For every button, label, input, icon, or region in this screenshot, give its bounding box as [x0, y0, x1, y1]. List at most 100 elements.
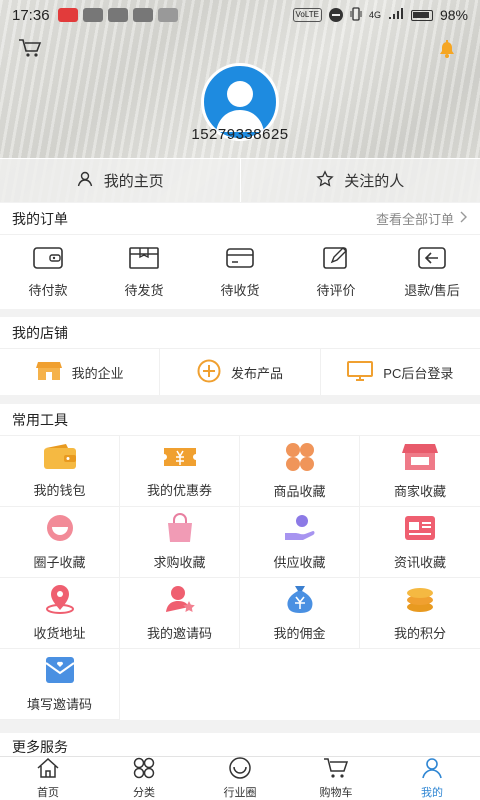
notification-icon [107, 8, 128, 22]
nav-category[interactable]: 分类 [96, 757, 192, 800]
tab-label: 我的主页 [103, 173, 164, 190]
card-icon [224, 245, 256, 274]
nav-label: 分类 [133, 787, 155, 799]
section-title: 我的店铺 [12, 324, 68, 341]
battery-icon [410, 9, 433, 21]
order-pending-shipment[interactable]: 待发货 [96, 235, 192, 309]
tool-label: 我的积分 [393, 626, 446, 641]
home-icon [36, 757, 60, 782]
tool-coupons[interactable]: 我的优惠券 [120, 436, 240, 507]
order-refund[interactable]: 退款/售后 [384, 235, 480, 309]
nav-label: 行业圈 [223, 787, 257, 799]
publish-product-button[interactable]: 发布产品 [160, 349, 321, 395]
shop-icon [402, 442, 438, 475]
vibrate-icon [350, 6, 362, 24]
monitor-icon [347, 360, 374, 385]
section-title: 常用工具 [12, 411, 68, 428]
order-status-row: 待付款 待发货 待收货 待评价 退款/售后 [0, 235, 480, 309]
shop-item-label: PC后台登录 [383, 365, 454, 381]
nav-cart[interactable]: 购物车 [288, 757, 384, 800]
shop-header: 我的店铺 [0, 317, 480, 349]
store-icon [35, 360, 62, 385]
tool-label: 求购收藏 [153, 555, 206, 570]
user-icon [76, 170, 94, 192]
shop-row: 我的企业 发布产品 PC后台登录 [0, 349, 480, 395]
status-time: 17:36 [12, 6, 50, 24]
smile-icon [44, 513, 76, 546]
tool-label: 我的邀请码 [146, 626, 212, 641]
refund-icon [416, 245, 448, 274]
tool-label: 供应收藏 [273, 555, 326, 570]
order-pending-receipt[interactable]: 待收货 [192, 235, 288, 309]
pc-backend-login-button[interactable]: PC后台登录 [321, 349, 480, 395]
nav-home[interactable]: 首页 [0, 757, 96, 800]
tool-wallet[interactable]: 我的钱包 [0, 436, 120, 507]
shop-item-label: 我的企业 [71, 365, 124, 381]
notification-icon [82, 8, 103, 22]
order-pending-payment[interactable]: 待付款 [0, 235, 96, 309]
profile-header: 15279338625 我的主页 关注的人 [0, 0, 480, 202]
coupon-icon [162, 443, 198, 474]
tool-purchase-favorites[interactable]: 求购收藏 [120, 507, 240, 578]
tool-enter-invite-code[interactable]: 填写邀请码 [0, 649, 120, 720]
edit-icon [320, 245, 352, 274]
view-all-label: 查看全部订单 [375, 212, 454, 227]
order-label: 待收货 [220, 283, 260, 298]
weibo-icon [57, 8, 78, 22]
tool-label: 商品收藏 [273, 484, 326, 499]
tool-product-favorites[interactable]: 商品收藏 [240, 436, 360, 507]
tab-my-homepage[interactable]: 我的主页 [0, 159, 240, 202]
network-type: 4G [368, 10, 381, 20]
chevron-right-icon [460, 211, 468, 226]
orders-header: 我的订单 查看全部订单 [0, 203, 480, 235]
order-label: 待发货 [124, 283, 164, 298]
nav-label: 首页 [37, 787, 59, 799]
tool-supply-favorites[interactable]: 供应收藏 [240, 507, 360, 578]
dnd-icon [328, 8, 343, 22]
tool-my-points[interactable]: 我的积分 [360, 578, 480, 649]
orders-section: 我的订单 查看全部订单 待付款 待发货 待收货 待评价 退款/售后 [0, 203, 480, 309]
volte-badge: VoLTE [292, 8, 322, 22]
package-icon [128, 245, 160, 274]
signal-icon [388, 7, 404, 23]
tool-label: 收货地址 [33, 626, 86, 641]
bag-icon [164, 513, 196, 546]
clover-icon [282, 442, 318, 475]
shop-section: 我的店铺 我的企业 发布产品 PC后台登录 [0, 317, 480, 395]
tool-label: 我的钱包 [33, 483, 86, 498]
hand-icon [283, 513, 317, 546]
category-icon [132, 757, 156, 782]
phone-number: 15279338625 [191, 126, 289, 143]
order-label: 待付款 [28, 283, 68, 298]
status-bar: 17:36 VoLTE 4G 98% [0, 0, 480, 30]
user-icon [420, 757, 444, 782]
order-label: 待评价 [316, 283, 356, 298]
section-title: 更多服务 [12, 739, 68, 755]
tool-my-invite-code[interactable]: 我的邀请码 [120, 578, 240, 649]
cart-icon[interactable] [18, 38, 42, 63]
tool-news-favorites[interactable]: 资讯收藏 [360, 507, 480, 578]
circle-icon [228, 757, 252, 782]
location-icon [43, 584, 77, 617]
bottom-nav: 首页 分类 行业圈 购物车 我的 [0, 756, 480, 800]
my-company-button[interactable]: 我的企业 [0, 349, 161, 395]
nav-mine[interactable]: 我的 [384, 757, 480, 800]
tool-label: 商家收藏 [393, 484, 446, 499]
user-star-icon [163, 584, 197, 617]
tool-circle-favorites[interactable]: 圈子收藏 [0, 507, 120, 578]
tool-my-commission[interactable]: 我的佣金 [240, 578, 360, 649]
money-bag-icon [283, 584, 317, 617]
tool-label: 我的优惠券 [146, 483, 212, 498]
section-title: 我的订单 [12, 210, 68, 227]
order-label: 退款/售后 [404, 283, 460, 298]
nav-industry-circle[interactable]: 行业圈 [192, 757, 288, 800]
coins-icon [404, 584, 436, 617]
tools-grid: 我的钱包 我的优惠券 商品收藏 商家收藏 圈子收藏 求购收藏 供应收藏 资讯收藏… [0, 436, 480, 720]
bell-icon[interactable] [436, 38, 458, 65]
tool-merchant-favorites[interactable]: 商家收藏 [360, 436, 480, 507]
order-pending-review[interactable]: 待评价 [288, 235, 384, 309]
tool-shipping-address[interactable]: 收货地址 [0, 578, 120, 649]
tab-following[interactable]: 关注的人 [239, 159, 480, 202]
shop-item-label: 发布产品 [230, 365, 283, 381]
view-all-orders-link[interactable]: 查看全部订单 [376, 209, 468, 228]
